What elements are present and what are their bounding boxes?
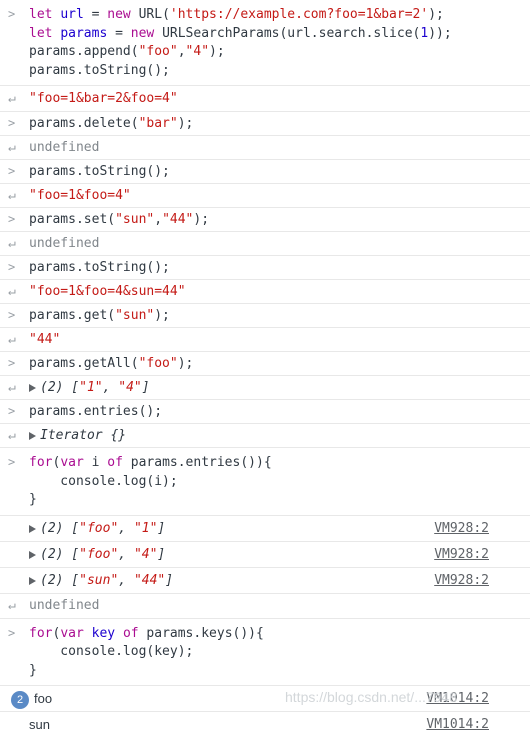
source-link[interactable]: VM928:2 <box>434 516 489 541</box>
result-value: Iterator {} <box>40 428 127 443</box>
return-arrow-icon: ↵ <box>8 91 16 106</box>
log-text: sun <box>29 717 50 732</box>
chevron-right-icon: > <box>8 116 16 130</box>
result-value: "foo=1&foo=4" <box>29 188 131 203</box>
console-input[interactable]: > params.entries(); <box>0 400 530 424</box>
result-value: undefined <box>29 140 100 155</box>
code-line: } <box>29 662 37 678</box>
source-link[interactable]: VM1014:2 <box>426 712 489 737</box>
code-line: for(var key of params.keys()){ <box>29 625 264 641</box>
chevron-right-icon: > <box>8 164 16 178</box>
code-line: for(var i of params.entries()){ <box>29 455 272 470</box>
triangle-right-icon[interactable] <box>29 524 36 533</box>
console-input[interactable]: > params.set("sun","44"); <box>0 208 530 232</box>
chevron-right-icon: > <box>8 356 16 370</box>
result-value: undefined <box>29 236 100 251</box>
chevron-right-icon: > <box>8 404 16 418</box>
console-input[interactable]: > params.toString(); <box>0 160 530 184</box>
console-result[interactable]: ↵ "foo=1&foo=4&sun=44" <box>0 280 530 304</box>
result-value: "foo=1&foo=4&sun=44" <box>29 284 186 299</box>
source-link[interactable]: VM928:2 <box>434 542 489 567</box>
console-input[interactable]: > params.delete("bar"); <box>0 112 530 136</box>
code-line: let url = new URL('https://example.com?f… <box>29 7 444 22</box>
source-link[interactable]: VM928:2 <box>434 568 489 593</box>
console-log-row[interactable]: (2) ["foo", "4"] VM928:2 <box>0 542 530 568</box>
chevron-right-icon: > <box>8 212 16 226</box>
console-log-row[interactable]: sun VM1014:2 <box>0 712 530 738</box>
result-value: "foo=1&bar=2&foo=4" <box>29 91 178 106</box>
return-arrow-icon: ↵ <box>8 332 16 347</box>
triangle-right-icon[interactable] <box>29 576 36 585</box>
console-input[interactable]: > params.toString(); <box>0 256 530 280</box>
log-text: foo <box>34 691 53 706</box>
chevron-right-icon: > <box>8 455 16 469</box>
return-arrow-icon: ↵ <box>8 380 16 395</box>
console-result[interactable]: ↵ (2) ["1", "4"] <box>0 376 530 400</box>
return-arrow-icon: ↵ <box>8 140 16 155</box>
code-line: let params = new URLSearchParams(url.sea… <box>29 25 452 41</box>
return-arrow-icon: ↵ <box>8 428 16 443</box>
console-result[interactable]: ↵ undefined <box>0 594 530 619</box>
console-result[interactable]: ↵ undefined <box>0 232 530 256</box>
console-result[interactable]: ↵ "44" <box>0 328 530 352</box>
code-line: params.append("foo","4"); <box>29 44 225 59</box>
result-value: "44" <box>29 332 61 347</box>
code-line: } <box>29 492 37 507</box>
triangle-right-icon[interactable] <box>29 550 36 559</box>
console-log-row[interactable]: (2) ["sun", "44"] VM928:2 <box>0 568 530 594</box>
console-input[interactable]: > params.get("sun"); <box>0 304 530 328</box>
chevron-right-icon: > <box>8 7 16 21</box>
result-value: undefined <box>29 597 100 613</box>
chevron-right-icon: > <box>8 260 16 274</box>
console-result[interactable]: ↵ "foo=1&bar=2&foo=4" <box>0 86 530 112</box>
console-result[interactable]: ↵ "foo=1&foo=4" <box>0 184 530 208</box>
watermark: https://blog.csdn.net/...7948 <box>285 689 458 705</box>
devtools-console: > let url = new URL('https://example.com… <box>0 0 530 738</box>
console-input[interactable]: > params.getAll("foo"); <box>0 352 530 376</box>
console-result[interactable]: ↵ undefined <box>0 136 530 160</box>
chevron-right-icon: > <box>8 625 16 640</box>
triangle-right-icon[interactable] <box>29 384 36 392</box>
console-input[interactable]: > for(var i of params.entries()){ consol… <box>0 448 530 516</box>
return-arrow-icon: ↵ <box>8 188 16 203</box>
return-arrow-icon: ↵ <box>8 236 16 251</box>
return-arrow-icon: ↵ <box>8 284 16 299</box>
code-line: params.toString(); <box>29 62 170 78</box>
chevron-right-icon: > <box>8 308 16 322</box>
triangle-right-icon[interactable] <box>29 432 36 440</box>
console-input[interactable]: > let url = new URL('https://example.com… <box>0 0 530 86</box>
console-result[interactable]: ↵ Iterator {} <box>0 424 530 448</box>
console-input[interactable]: > for(var key of params.keys()){ console… <box>0 619 530 686</box>
code-line: console.log(i); <box>29 473 178 489</box>
console-log-row[interactable]: (2) ["foo", "1"] VM928:2 <box>0 516 530 542</box>
code-line: console.log(key); <box>29 644 194 659</box>
repeat-count-badge: 2 <box>11 691 29 709</box>
return-arrow-icon: ↵ <box>8 597 16 613</box>
